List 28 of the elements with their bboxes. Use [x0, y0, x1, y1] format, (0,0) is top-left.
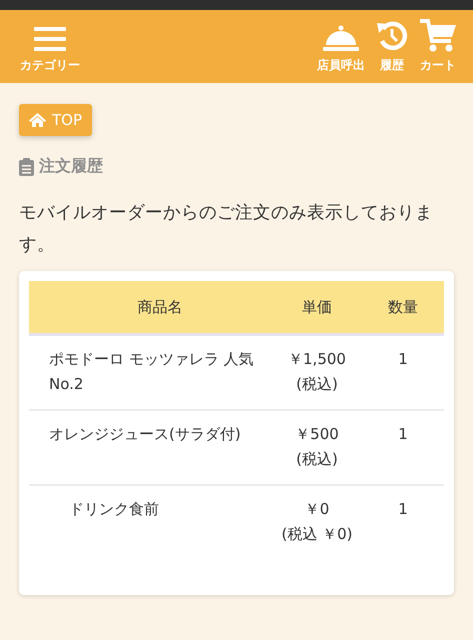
bell-icon [321, 25, 361, 53]
clipboard-icon [19, 158, 34, 176]
column-header: 数量 [362, 281, 444, 334]
tax-note: (税込) [295, 449, 339, 470]
price-text: ￥0 [304, 499, 330, 520]
product-name-cell: ポモドーロ モッツァレラ 人気No.2 [29, 334, 272, 410]
top-button[interactable]: TOP [19, 104, 92, 136]
quantity-cell: 1 [362, 410, 444, 485]
header-action-button[interactable]: カート [419, 19, 457, 74]
home-icon [29, 113, 46, 127]
menu-icon [34, 25, 66, 53]
notice-text: モバイルオーダーからのご注文のみ表示しております。 [19, 202, 434, 257]
page-heading: 注文履歴 [39, 156, 103, 177]
product-name-cell: オレンジジュース(サラダ付) [29, 410, 272, 485]
column-header: 商品名 [29, 281, 272, 334]
quantity-cell: 1 [362, 485, 444, 559]
cart-icon [419, 19, 457, 53]
quantity-cell: 1 [362, 334, 444, 410]
category-menu-button[interactable]: カテゴリー [20, 19, 80, 74]
price-text: ￥1,500 [287, 349, 347, 370]
product-name-cell: ドリンク食前 [29, 485, 272, 559]
column-header: 単価 [272, 281, 362, 334]
price-text: ￥500 [294, 424, 340, 445]
header-action-button[interactable]: 店員呼出 [317, 19, 365, 74]
tax-note: (税込 ￥0) [280, 524, 354, 545]
history-icon [375, 19, 409, 53]
tax-note: (税込) [295, 374, 339, 395]
header-action-button[interactable]: 履歴 [375, 19, 409, 74]
